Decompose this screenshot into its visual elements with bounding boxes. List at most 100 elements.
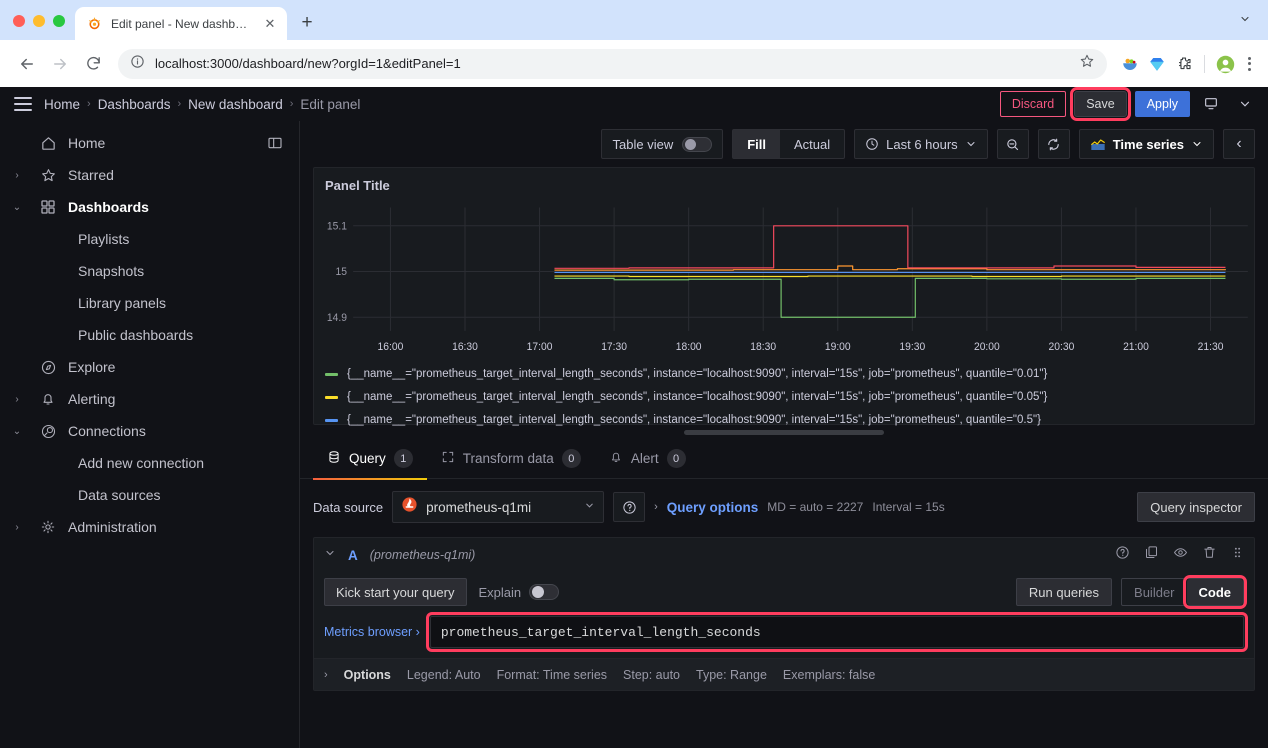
duplicate-icon[interactable] [1144,545,1159,565]
sidebar-item-starred[interactable]: › Starred [0,159,299,191]
fill-option[interactable]: Fill [733,130,780,158]
tab-query[interactable]: Query 1 [313,439,427,479]
fill-actual-segmented[interactable]: Fill Actual [732,129,845,159]
address-bar[interactable]: localhost:3000/dashboard/new?orgId=1&edi… [118,49,1107,79]
tab-transform-data[interactable]: Transform data 0 [427,439,595,479]
sidebar-item-connections[interactable]: ⌄ Connections [0,415,299,447]
topbar-chevron-down-icon[interactable] [1232,91,1258,117]
sidebar-item-snapshots[interactable]: Snapshots [0,255,299,287]
breadcrumb-item-dashboards[interactable]: Dashboards [98,97,171,112]
tab-alert[interactable]: Alert 0 [595,439,700,479]
chevron-down-icon[interactable] [584,498,595,516]
tab-search-chevron-icon[interactable] [1232,6,1258,32]
new-tab-button[interactable]: + [293,9,321,37]
query-options-link[interactable]: Query options [667,500,759,515]
chevron-right-icon[interactable]: › [6,170,28,181]
sidebar-item-home[interactable]: Home [0,127,299,159]
kick-start-query-button[interactable]: Kick start your query [324,578,467,606]
delete-icon[interactable] [1202,545,1217,565]
sidebar-item-library-panels[interactable]: Library panels [0,287,299,319]
viz-picker-button[interactable]: Time series [1080,136,1213,152]
sidebar-item-dashboards[interactable]: ⌄ Dashboards [0,191,299,223]
back-button[interactable] [12,49,42,79]
extension-diamond-icon[interactable] [1148,55,1166,73]
query-options-caret-icon[interactable]: › [654,501,658,513]
discard-button[interactable]: Discard [1000,91,1066,117]
url-text: localhost:3000/dashboard/new?orgId=1&edi… [155,56,1069,71]
window-minimize-button[interactable] [33,15,45,27]
sidebar-item-explore[interactable]: Explore [0,351,299,383]
options-caret-icon[interactable]: › [324,669,328,681]
zoom-out-button[interactable] [997,129,1029,159]
breadcrumb-item-new-dashboard[interactable]: New dashboard [188,97,283,112]
profile-avatar[interactable] [1216,55,1234,73]
legend-item[interactable]: {__name__="prometheus_target_interval_le… [325,363,1254,386]
bookmark-star-icon[interactable] [1079,53,1095,74]
bell-icon [37,391,59,407]
table-view-toggle[interactable]: Table view [601,129,724,159]
forward-button[interactable] [45,49,75,79]
legend-item[interactable]: {__name__="prometheus_target_interval_le… [325,386,1254,409]
svg-text:21:30: 21:30 [1198,342,1224,353]
site-info-icon[interactable] [130,54,145,74]
query-expression-input[interactable]: prometheus_target_interval_length_second… [430,616,1244,648]
sidebar-item-label: Data sources [78,487,299,503]
window-maximize-button[interactable] [53,15,65,27]
extension-salad-icon[interactable] [1121,55,1139,73]
sidebar-item-public-dashboards[interactable]: Public dashboards [0,319,299,351]
bell-icon [609,450,623,467]
data-source-select[interactable]: prometheus-q1mi [392,491,604,523]
tab-close-icon[interactable]: ✕ [261,15,279,33]
window-close-button[interactable] [13,15,25,27]
data-source-help-icon[interactable] [613,492,645,522]
actual-option[interactable]: Actual [780,130,844,158]
sidebar-item-label: Library panels [78,295,299,311]
chevron-down-icon[interactable]: ⌄ [6,426,28,437]
menu-toggle-button[interactable] [14,97,32,111]
drag-handle-icon[interactable] [1231,545,1244,565]
sidebar-item-administration[interactable]: › Administration [0,511,299,543]
code-option[interactable]: Code [1187,579,1244,605]
time-series-chart[interactable]: 14.91515.116:0016:3017:0017:3018:0018:30… [314,199,1254,359]
extensions-puzzle-icon[interactable] [1175,55,1193,73]
metrics-browser-button[interactable]: Metrics browser › [324,625,420,639]
save-button[interactable]: Save [1074,91,1127,117]
query-row-a: A (prometheus-q1mi) [313,537,1255,691]
time-range-picker[interactable]: Last 6 hours [854,129,988,159]
time-range-button[interactable]: Last 6 hours [855,137,987,152]
collapse-query-icon[interactable] [324,546,336,564]
explain-switch[interactable] [529,584,559,600]
browser-tab[interactable]: Edit panel - New dashboard - ✕ [75,7,287,40]
browser-menu-button[interactable] [1243,57,1256,71]
breadcrumb-item-home[interactable]: Home [44,97,80,112]
chevron-down-icon[interactable]: ⌄ [6,202,28,213]
table-view-switch[interactable] [682,137,712,152]
scrollbar-thumb[interactable] [684,430,884,435]
sidebar-item-data-sources[interactable]: Data sources [0,479,299,511]
hide-icon[interactable] [1173,545,1188,565]
sidebar-item-alerting[interactable]: › Alerting [0,383,299,415]
builder-option[interactable]: Builder [1122,579,1186,605]
help-icon[interactable] [1115,545,1130,565]
query-options-bar[interactable]: › Options Legend: Auto Format: Time seri… [314,658,1254,690]
visualization-picker[interactable]: Time series [1079,129,1214,159]
chevron-right-icon[interactable]: › [6,522,28,533]
legend-color-swatch [325,373,338,376]
run-queries-button[interactable]: Run queries [1016,578,1112,606]
sidebar-item-add-new-connection[interactable]: Add new connection [0,447,299,479]
display-mode-icon[interactable] [1198,91,1224,117]
chevron-right-icon[interactable]: › [6,394,28,405]
refresh-button[interactable] [1038,129,1070,159]
dock-menu-icon[interactable] [267,135,283,151]
explain-toggle[interactable]: Explain [479,584,560,600]
sidebar-item-playlists[interactable]: Playlists [0,223,299,255]
query-inspector-button[interactable]: Query inspector [1137,492,1255,522]
sidebar-item-label: Starred [68,167,299,183]
apply-button[interactable]: Apply [1135,91,1190,117]
data-source-value: prometheus-q1mi [426,500,576,515]
reload-button[interactable] [78,49,108,79]
collapse-options-button[interactable]: ‹ [1223,129,1255,159]
panel-horizontal-scrollbar[interactable] [300,425,1268,439]
editor-tabs: Query 1 Transform data 0 Alert 0 [300,439,1268,479]
query-ref-id[interactable]: A [348,548,358,563]
